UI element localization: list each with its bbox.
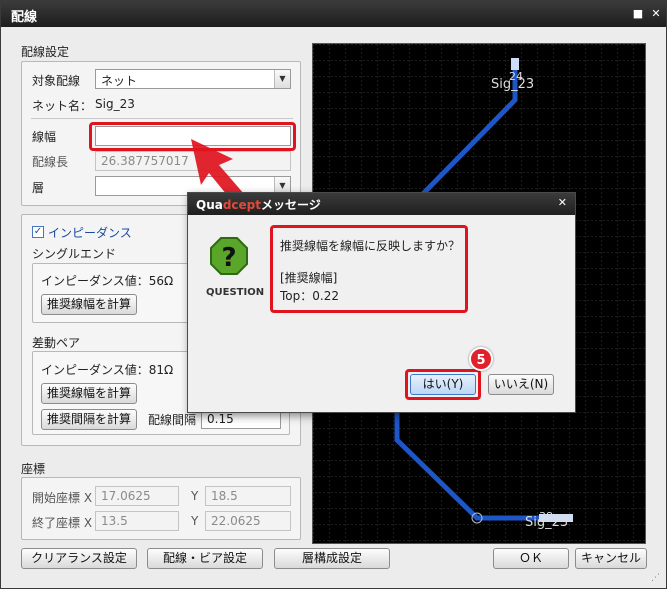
coordinates-label: 座標 <box>21 462 46 476</box>
step-badge: 5 <box>469 347 493 371</box>
question-icon: ? <box>210 237 248 275</box>
diff-calc-gap-button[interactable]: 推奨間隔を計算 <box>41 409 137 430</box>
close-icon[interactable]: ✕ <box>558 196 567 209</box>
net-name-label: ネット名： <box>32 99 93 113</box>
start-x-field: 17.0625 <box>95 486 179 506</box>
end-y-field: 22.0625 <box>205 511 291 531</box>
impedance-label: インピーダンス <box>48 226 132 240</box>
layer-config-button[interactable]: 層構成設定 <box>274 548 390 569</box>
diff-impedance-text: インピーダンス値：81Ω <box>41 363 174 377</box>
calc-width-button[interactable]: 推奨線幅を計算 <box>41 294 137 315</box>
question-label: QUESTION <box>206 287 265 298</box>
dialog-title-suffix: メッセージ <box>261 198 321 212</box>
diff-calc-width-button[interactable]: 推奨線幅を計算 <box>41 383 137 404</box>
dialog-title-brand: dcept <box>222 198 262 212</box>
target-wire-value: ネット <box>101 74 138 88</box>
title-bar: 配線 ■ ✕ <box>1 1 666 27</box>
start-y-label: Y <box>191 489 199 503</box>
width-label: 線幅 <box>32 130 57 144</box>
wiring-dialog-window: 配線 ■ ✕ 配線設定 対象配線 ネット ▼ ネット名： Sig_23 線幅 配… <box>0 0 667 589</box>
resize-grip-icon[interactable]: ⋰ <box>651 573 660 583</box>
message-line-3: Top：0.22 <box>280 289 339 303</box>
net-name-value: Sig_23 <box>95 97 135 111</box>
window-title: 配線 <box>11 10 38 25</box>
divider <box>31 118 293 119</box>
svg-text:?: ? <box>221 243 236 273</box>
clearance-settings-button[interactable]: クリアランス設定 <box>21 548 137 569</box>
wiring-settings-label: 配線設定 <box>21 45 70 59</box>
cancel-button[interactable]: キャンセル <box>575 548 647 569</box>
start-y-field: 18.5 <box>205 486 291 506</box>
end-y-label: Y <box>191 514 199 528</box>
top-net-label: Sig_23 <box>491 77 534 92</box>
target-wire-select[interactable]: ネット ▼ <box>95 69 291 89</box>
length-label: 配線長 <box>32 155 69 169</box>
impedance-checkbox[interactable]: ✓ <box>32 226 44 238</box>
quadcept-message-dialog: Quadceptメッセージ ✕ ? QUESTION 推奨線幅を線幅に反映します… <box>187 192 576 413</box>
start-x-label: 開始座標 X <box>32 491 93 505</box>
chevron-down-icon: ▼ <box>274 70 290 88</box>
pad-top <box>511 58 519 70</box>
layer-label: 層 <box>32 181 45 195</box>
bottom-net-label: Sig_23 <box>525 515 568 530</box>
target-wire-label: 対象配線 <box>32 74 81 88</box>
dialog-title-bar: Quadceptメッセージ ✕ <box>188 193 575 215</box>
gap-label: 配線間隔 <box>148 413 197 427</box>
single-impedance-text: インピーダンス値：56Ω <box>41 274 174 288</box>
yes-button[interactable]: はい(Y) <box>410 374 476 395</box>
no-button[interactable]: いいえ(N) <box>488 374 554 395</box>
ok-button[interactable]: ＯＫ <box>493 548 569 569</box>
single-end-label: シングルエンド <box>32 247 117 261</box>
diff-pair-label: 差動ペア <box>32 336 81 350</box>
wiring-via-settings-button[interactable]: 配線・ビア設定 <box>147 548 263 569</box>
close-icon[interactable]: ✕ <box>649 7 663 21</box>
end-x-field: 13.5 <box>95 511 179 531</box>
maximize-icon[interactable]: ■ <box>631 7 645 21</box>
message-line-2: [推奨線幅] <box>280 271 338 285</box>
dialog-title-prefix: Qua <box>196 198 223 212</box>
message-line-1: 推奨線幅を線幅に反映しますか？ <box>280 239 461 253</box>
end-x-label: 終了座標 X <box>32 516 93 530</box>
